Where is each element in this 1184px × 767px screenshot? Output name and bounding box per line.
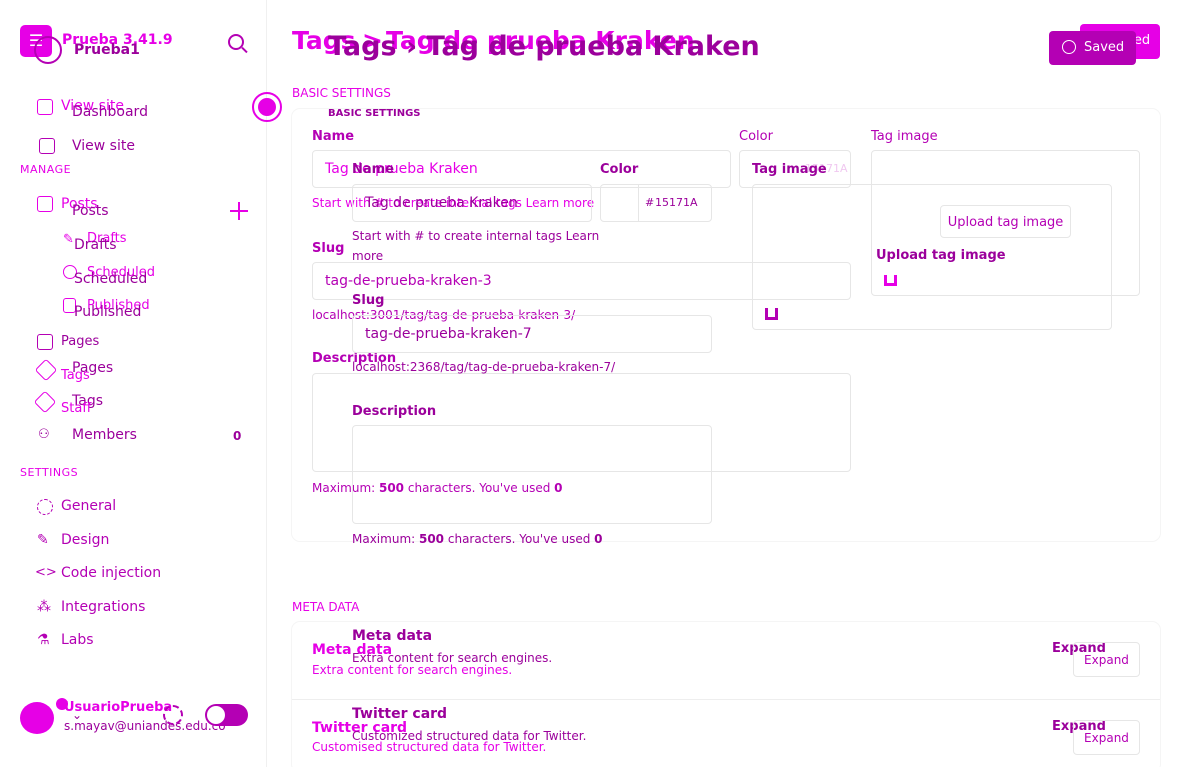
divider: [292, 699, 1160, 700]
section-basic-settings-b: BASIC SETTINGS: [328, 108, 421, 119]
sidebar-item-labs[interactable]: Labs: [61, 632, 94, 648]
sidebar-item-integrations[interactable]: Integrations: [61, 599, 145, 615]
name-help-b-1: Start with # to create internal tags Lea…: [352, 229, 600, 243]
name-value-a: Tag de prueba Kraken: [325, 161, 478, 177]
staff-icon: [33, 390, 57, 414]
sidebar-item-published[interactable]: Published: [74, 304, 141, 320]
slug-label-a: Slug: [312, 241, 345, 256]
description-textarea-b[interactable]: [352, 425, 712, 524]
sidebar-item-staff[interactable]: Staff: [61, 401, 91, 416]
sidebar-item-code-injection[interactable]: Code injection: [61, 565, 161, 581]
page-title: Tags › Tag de prueba Kraken: [328, 31, 760, 62]
slug-url-b: localhost:2368/tag/tag-de-prueba-kraken-…: [352, 360, 616, 374]
pencil-icon: ✎: [63, 232, 74, 247]
color-hash: #: [645, 196, 655, 209]
sidebar-item-dashboard[interactable]: Dashboard: [72, 104, 148, 120]
avatar[interactable]: [20, 702, 54, 734]
upload-image-button-b[interactable]: Upload tag image: [876, 248, 1006, 263]
section-meta-data: META DATA: [292, 600, 360, 614]
name-label-a: Name: [312, 129, 355, 144]
posts-icon: [37, 196, 53, 212]
layout-icon: [39, 138, 55, 154]
chevron-down-icon[interactable]: ⌄: [72, 708, 82, 722]
meta-expand-button[interactable]: Expand: [1073, 642, 1140, 677]
settings-label: SETTINGS: [20, 466, 79, 479]
sidebar-item-members[interactable]: Members: [72, 427, 137, 443]
sidebar-toggle-dot: [258, 98, 276, 116]
description-label-b: Description: [352, 404, 437, 419]
slug-value-a: tag-de-prueba-kraken-3: [325, 273, 492, 289]
twitter-expand-button[interactable]: Expand: [1073, 720, 1140, 755]
site-name[interactable]: Prueba1: [74, 42, 140, 58]
tag-image-label-a: Tag image: [871, 129, 938, 144]
meta-sub-a: Extra content for search engines.: [312, 663, 513, 677]
settings-gear-icon[interactable]: [163, 705, 183, 725]
brush-icon: ✎: [37, 532, 49, 548]
slug-label-b: Slug: [352, 293, 385, 308]
sidebar-item-scheduled[interactable]: Scheduled: [74, 271, 147, 287]
color-label-a: Color: [739, 129, 773, 144]
name-value-b: Tag de prueba Kraken: [365, 195, 518, 211]
help-max-value-b: 500: [418, 532, 445, 546]
sidebar-item-drafts[interactable]: Drafts: [74, 237, 117, 253]
sidebar-item-view-site[interactable]: View site: [72, 138, 135, 154]
sidebar: ☰ Prueba 3.41.9 Prueba1 View site Dashbo…: [0, 0, 282, 767]
flask-icon: ⚗: [37, 632, 50, 648]
user-email: s.mayav@uniandes.edu.co: [64, 719, 226, 733]
add-post-icon-v: [238, 202, 240, 220]
color-value-b: 15171A: [655, 196, 698, 209]
check-icon: [1062, 40, 1076, 54]
sidebar-item-tags-ghost[interactable]: Tags: [61, 368, 90, 383]
sidebar-item-pages-ghost[interactable]: Pages: [61, 334, 99, 349]
help-used-label-b: characters. You've used: [444, 532, 595, 546]
sidebar-item-design[interactable]: Design: [61, 532, 109, 548]
sidebar-item-posts[interactable]: Posts: [72, 203, 109, 219]
twitter-sub-a: Customised structured data for Twitter.: [312, 740, 547, 754]
tag-image-label-b: Tag image: [752, 162, 827, 177]
home-icon: [37, 99, 53, 115]
gear-icon: [37, 499, 53, 515]
toggle-knob: [207, 706, 225, 724]
code-icon: <>: [35, 565, 57, 580]
manage-label: MANAGE: [20, 163, 72, 176]
upload-icon-b: [765, 308, 778, 320]
search-icon-handle: [241, 46, 248, 54]
description-help-b: Maximum: 500 characters. You've used 0: [352, 532, 603, 546]
name-label-b: Name: [352, 162, 395, 177]
site-logo-ring: [34, 36, 62, 64]
help-max-label-b: Maximum:: [352, 532, 419, 546]
save-button-label: Saved: [1084, 40, 1125, 55]
color-label-b: Color: [600, 162, 639, 177]
pages-icon: [37, 334, 53, 350]
integrations-icon: ⁂: [37, 599, 51, 615]
upload-icon-a: [884, 275, 897, 286]
name-help-b-2: more: [352, 249, 384, 263]
members-icon: ⚇: [38, 427, 50, 442]
section-basic-settings: BASIC SETTINGS: [292, 86, 391, 100]
members-count: 0: [233, 429, 242, 443]
tag-icon: [34, 358, 58, 382]
help-used-value-b: 0: [594, 532, 603, 546]
slug-value-b: tag-de-prueba-kraken-7: [365, 326, 532, 342]
color-swatch-divider: [638, 185, 639, 221]
sidebar-item-general[interactable]: General: [61, 498, 116, 514]
